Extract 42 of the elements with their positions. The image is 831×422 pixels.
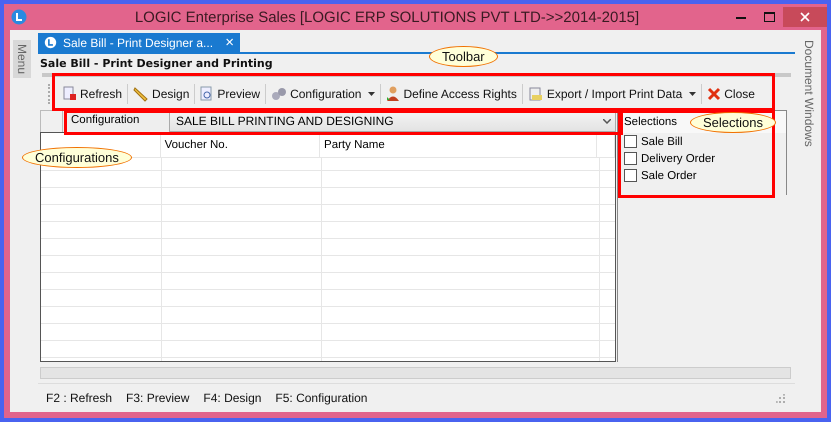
- shortcut-hint: F4: Design: [203, 391, 262, 405]
- minimize-icon: [736, 16, 746, 18]
- tab-close-button[interactable]: ×: [225, 34, 234, 51]
- toolbar-button[interactable]: Close: [702, 84, 760, 102]
- checkbox[interactable]: [624, 135, 637, 148]
- pencil-icon: [133, 86, 150, 102]
- document-windows-side-tab[interactable]: Document Windows: [802, 40, 816, 147]
- checkbox[interactable]: [624, 152, 637, 165]
- maximize-icon: [764, 12, 774, 22]
- toolbar-button[interactable]: Configuration: [266, 84, 380, 102]
- document-tab[interactable]: Sale Bill - Print Designer a... ×: [38, 33, 240, 52]
- user-icon: [386, 86, 400, 102]
- checkbox-option[interactable]: Delivery Order: [618, 150, 786, 167]
- close-icon: [707, 86, 722, 100]
- close-window-button[interactable]: [783, 7, 827, 27]
- toolbar-button[interactable]: Refresh: [58, 84, 128, 103]
- toolbar-grip: [48, 84, 52, 104]
- resize-grip-icon: [776, 394, 785, 402]
- app-logo-icon: [44, 36, 57, 49]
- refresh-document-icon: [63, 86, 77, 101]
- shortcut-hint: F3: Preview: [126, 391, 190, 405]
- magnifier-document-icon: [200, 86, 214, 102]
- app-logo-icon: [11, 9, 27, 25]
- menu-side-tab[interactable]: Menu: [13, 40, 31, 78]
- toolbar-button[interactable]: Export / Import Print Data: [522, 84, 702, 104]
- column-header: Voucher No.: [160, 133, 320, 157]
- toolbar-button[interactable]: Preview: [195, 84, 266, 104]
- shortcut-hint: F5: Configuration: [275, 391, 368, 405]
- horizontal-scrollbar[interactable]: [40, 367, 791, 379]
- toolbar-button[interactable]: Design: [128, 84, 194, 104]
- checkbox-option[interactable]: Sale Bill: [618, 133, 786, 150]
- toolbar-button[interactable]: Define Access Rights: [381, 84, 522, 104]
- shortcut-hint: F2 : Refresh: [46, 391, 112, 405]
- window-title: LOGIC Enterprise Sales [LOGIC ERP SOLUTIONS PVT LTD->>2014-2015]: [134, 8, 640, 26]
- checkbox-option[interactable]: Sale Order: [618, 167, 786, 184]
- chevron-down-icon: [603, 118, 611, 124]
- close-icon: [800, 12, 810, 22]
- checkbox[interactable]: [624, 169, 637, 182]
- column-header: Party Name: [320, 133, 598, 157]
- form-heading: Sale Bill - Print Designer and Printing: [39, 56, 274, 72]
- export-document-icon: [528, 86, 544, 102]
- gears-icon: [271, 86, 288, 100]
